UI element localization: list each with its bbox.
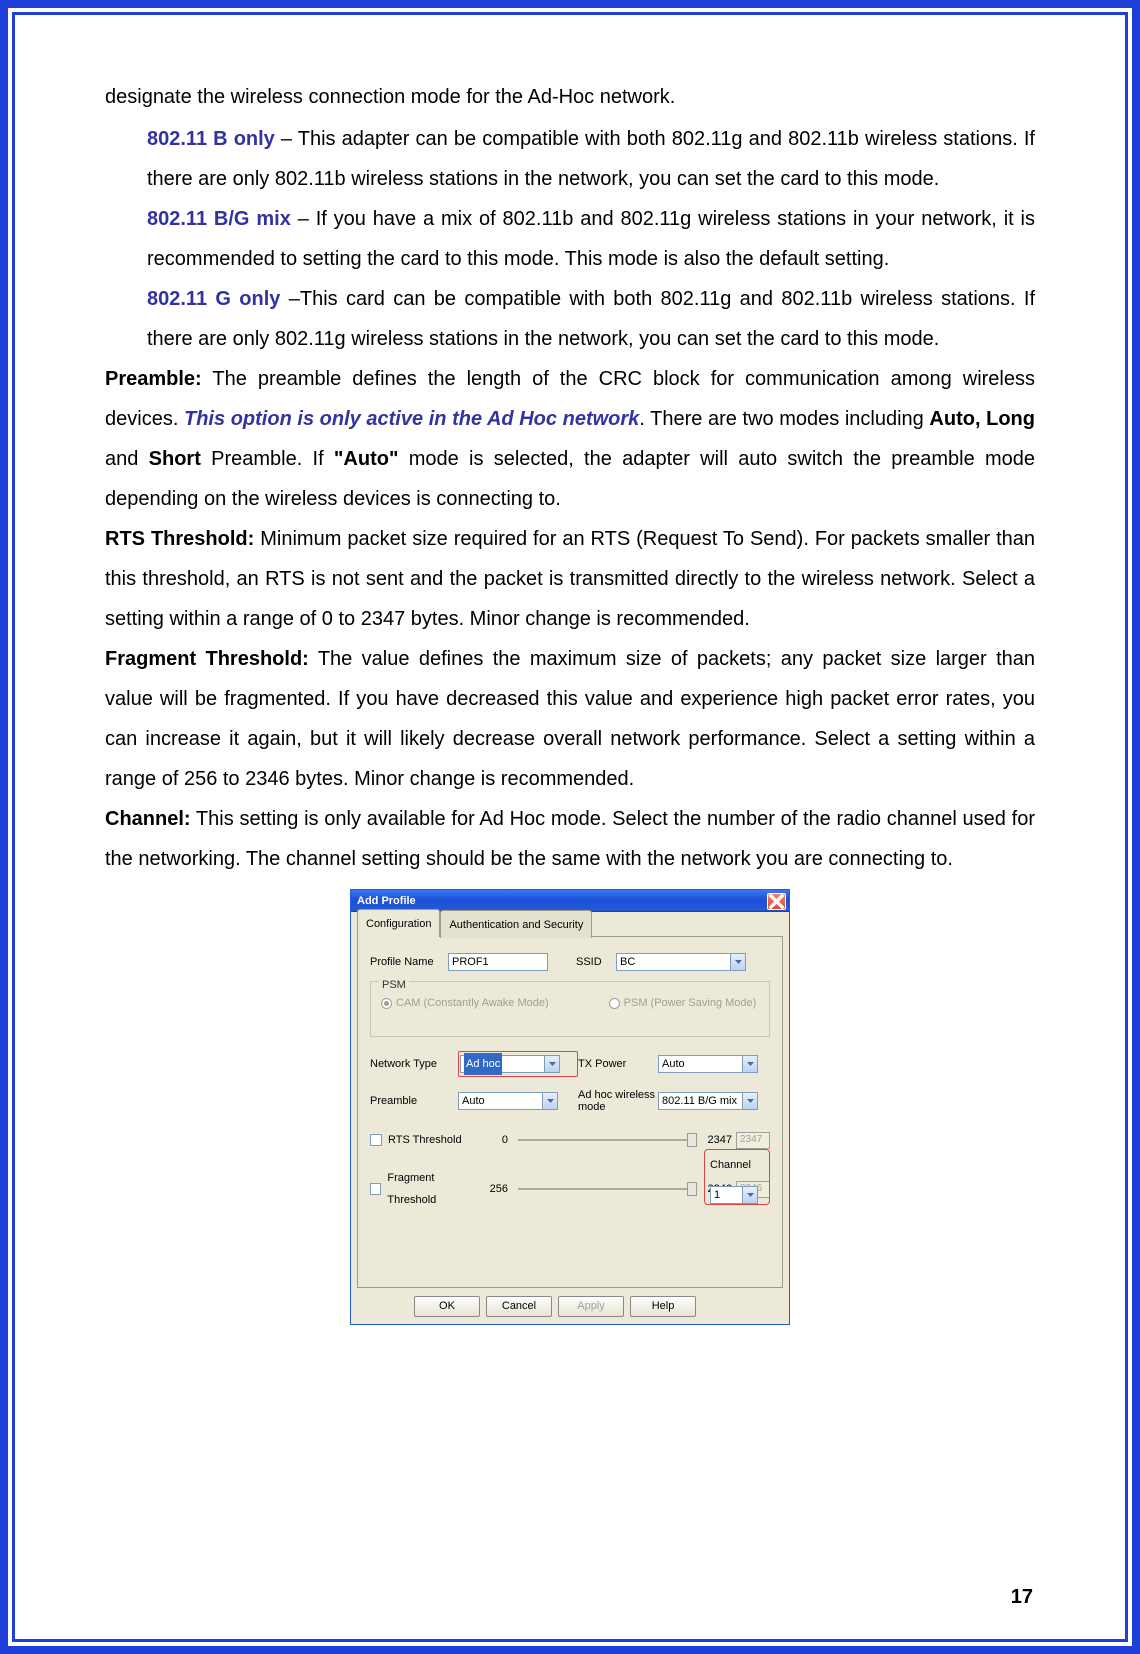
channel-field-label: Channel — [710, 1159, 751, 1171]
chevron-down-icon — [542, 1093, 557, 1109]
channel-value: 1 — [714, 1184, 720, 1206]
profile-name-input[interactable] — [448, 953, 548, 971]
chevron-down-icon — [742, 1056, 757, 1072]
adhoc-mode-combo[interactable]: 802.11 B/G mix — [658, 1092, 758, 1110]
mode-b-body: – This adapter can be compatible with bo… — [147, 128, 1035, 190]
adhoc-mode-label: Ad hoc wireless mode — [578, 1089, 658, 1113]
channel-combo[interactable]: 1 — [710, 1186, 758, 1204]
mode-g-only: 802.11 G only –This card can be compatib… — [147, 279, 1035, 359]
page-mid-frame: designate the wireless connection mode f… — [8, 8, 1132, 1646]
rts-min: 0 — [480, 1129, 508, 1151]
add-profile-dialog: Add Profile Configuration Authentication… — [350, 889, 790, 1325]
preamble-emphasis: This option is only active in the Ad Hoc… — [184, 408, 639, 430]
rts-paragraph: RTS Threshold: Minimum packet size requi… — [105, 519, 1035, 639]
channel-paragraph: Channel: This setting is only available … — [105, 799, 1035, 879]
rts-label: RTS Threshold: — [105, 528, 254, 550]
rts-checkbox[interactable] — [370, 1134, 382, 1146]
ok-button[interactable]: OK — [414, 1296, 480, 1317]
fragment-checkbox[interactable] — [370, 1183, 381, 1195]
preamble-combo[interactable]: Auto — [458, 1092, 558, 1110]
mode-bg-heading: 802.11 B/G mix — [147, 208, 291, 230]
slider-thumb-icon[interactable] — [687, 1182, 697, 1196]
fragment-label: Fragment Threshold: — [105, 648, 309, 670]
channel-label: Channel: — [105, 808, 191, 830]
radio-unchecked-icon — [609, 998, 620, 1009]
tab-authentication[interactable]: Authentication and Security — [440, 910, 592, 938]
page-inner-frame: designate the wireless connection mode f… — [12, 12, 1128, 1642]
ssid-label: SSID — [576, 951, 616, 973]
apply-button[interactable]: Apply — [558, 1296, 624, 1317]
tx-power-combo[interactable]: Auto — [658, 1055, 758, 1073]
help-button[interactable]: Help — [630, 1296, 696, 1317]
radio-checked-icon — [381, 998, 392, 1009]
tab-strip: Configuration Authentication and Securit… — [357, 916, 783, 937]
preamble-label: Preamble: — [105, 368, 202, 390]
ssid-combo[interactable]: BC — [616, 953, 746, 971]
dialog-footer: OK Cancel Apply Help — [351, 1288, 789, 1324]
fragment-min: 256 — [480, 1178, 508, 1200]
preamble-paragraph: Preamble: The preamble defines the lengt… — [105, 359, 1035, 519]
network-type-combo[interactable]: Ad hoc — [460, 1055, 560, 1073]
mode-b-only: 802.11 B only – This adapter can be comp… — [147, 119, 1035, 199]
cancel-button[interactable]: Cancel — [486, 1296, 552, 1317]
mode-b-heading: 802.11 B only — [147, 128, 275, 150]
chevron-down-icon — [742, 1187, 757, 1203]
rts-field-label: RTS Threshold — [388, 1129, 462, 1151]
chevron-down-icon — [544, 1056, 559, 1072]
fragment-paragraph: Fragment Threshold: The value defines th… — [105, 639, 1035, 799]
network-type-label: Network Type — [370, 1053, 458, 1075]
page-outer-frame: designate the wireless connection mode f… — [0, 0, 1140, 1654]
tab-configuration[interactable]: Configuration — [357, 909, 440, 937]
rts-value-box: 2347 — [736, 1132, 770, 1149]
mode-bg-mix: 802.11 B/G mix – If you have a mix of 80… — [147, 199, 1035, 279]
tab-panel-configuration: Profile Name SSID BC PSM — [357, 936, 783, 1288]
mode-g-heading: 802.11 G only — [147, 288, 280, 310]
rts-max: 2347 — [702, 1129, 732, 1151]
slider-thumb-icon[interactable] — [687, 1133, 697, 1147]
profile-name-label: Profile Name — [370, 951, 448, 973]
chevron-down-icon — [742, 1093, 757, 1109]
close-icon[interactable] — [767, 893, 786, 910]
psm-psm-radio[interactable]: PSM (Power Saving Mode) — [609, 992, 757, 1014]
psm-legend: PSM — [379, 974, 409, 996]
preamble-field-label: Preamble — [370, 1090, 458, 1112]
preamble-value: Auto — [462, 1090, 485, 1112]
fragment-slider[interactable] — [518, 1188, 692, 1190]
psm-fieldset: PSM CAM (Constantly Awake Mode) PSM (Pow… — [370, 981, 770, 1037]
mode-g-body: –This card can be compatible with both 8… — [147, 288, 1035, 350]
fragment-field-label: Fragment Threshold — [387, 1167, 480, 1211]
document-body: designate the wireless connection mode f… — [105, 77, 1035, 1325]
network-type-value: Ad hoc — [464, 1053, 502, 1075]
channel-body: This setting is only available for Ad Ho… — [105, 808, 1035, 870]
rts-threshold-row: RTS Threshold 0 2347 2347 — [370, 1129, 770, 1151]
ssid-value: BC — [620, 951, 635, 973]
tx-power-label: TX Power — [578, 1053, 658, 1075]
tx-power-value: Auto — [662, 1053, 685, 1075]
channel-box: Channel 1 — [704, 1149, 770, 1205]
chevron-down-icon — [730, 954, 745, 970]
page-number: 17 — [1011, 1586, 1033, 1609]
rts-slider[interactable] — [518, 1139, 692, 1141]
adhoc-mode-value: 802.11 B/G mix — [662, 1090, 737, 1112]
intro-line: designate the wireless connection mode f… — [105, 77, 1035, 117]
